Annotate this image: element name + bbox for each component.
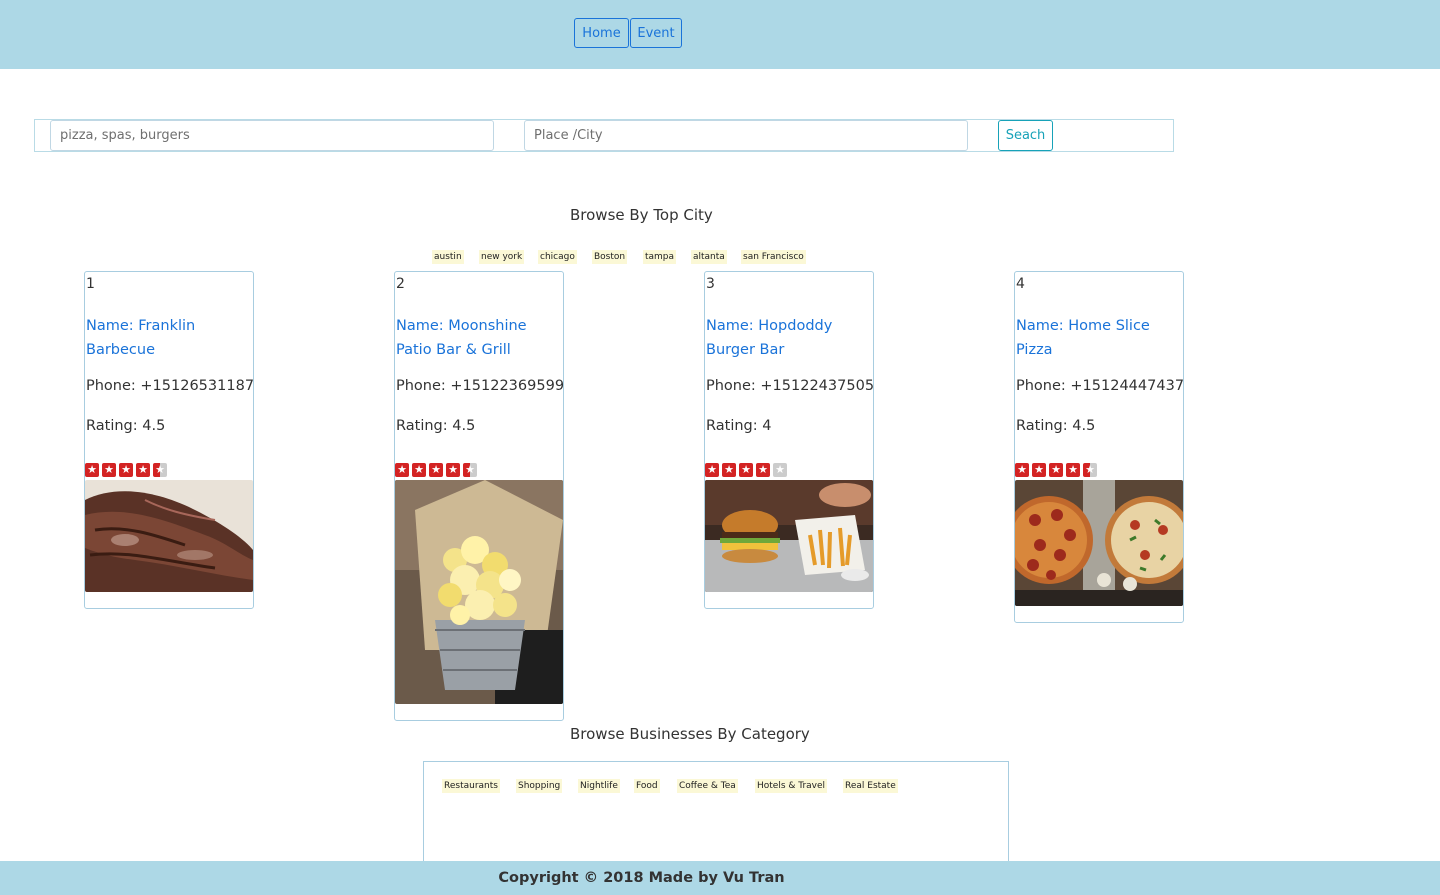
- business-name-link[interactable]: Name: Home Slice Pizza: [1016, 314, 1181, 362]
- category-tag-hotels-travel[interactable]: Hotels & Travel: [755, 779, 828, 793]
- category-tag-food[interactable]: Food: [634, 779, 660, 793]
- brisket-photo: [85, 480, 253, 592]
- star-icon: [722, 463, 736, 477]
- star-icon: [756, 463, 770, 477]
- category-tag-real-estate[interactable]: Real Estate: [843, 779, 898, 793]
- star-icon: [739, 463, 753, 477]
- search-term-input[interactable]: [50, 120, 494, 151]
- star-icon: [446, 463, 460, 477]
- top-city-heading: Browse By Top City: [570, 206, 713, 224]
- business-name-link[interactable]: Name: Moonshine Patio Bar & Grill: [396, 314, 561, 362]
- star-icon: [463, 463, 477, 477]
- star-icon: [412, 463, 426, 477]
- business-number: 3: [706, 276, 715, 292]
- copyright-text: Copyright © 2018 Made by Vu Tran: [498, 870, 785, 886]
- category-tag-nightlife[interactable]: Nightlife: [578, 779, 620, 793]
- business-number: 2: [396, 276, 405, 292]
- burger-photo: [705, 480, 873, 592]
- business-phone: Phone: +15124447437: [1016, 378, 1184, 394]
- business-phone: Phone: +15122437505: [706, 378, 874, 394]
- star-icon: [153, 463, 167, 477]
- star-icon: [102, 463, 116, 477]
- popcorn-photo: [395, 480, 563, 704]
- star-icon: [119, 463, 133, 477]
- business-card: 4 Name: Home Slice Pizza Phone: +1512444…: [1014, 271, 1184, 623]
- star-icon: [1066, 463, 1080, 477]
- city-tag-chicago[interactable]: chicago: [538, 250, 577, 264]
- event-button[interactable]: Event: [630, 18, 682, 48]
- home-button[interactable]: Home: [574, 18, 629, 48]
- business-rating: Rating: 4: [706, 418, 772, 434]
- star-rating: [395, 463, 477, 477]
- business-phone: Phone: +15126531187: [86, 378, 254, 394]
- footer: Copyright © 2018 Made by Vu Tran: [0, 861, 1440, 895]
- business-rating: Rating: 4.5: [86, 418, 166, 434]
- business-phone: Phone: +15122369599: [396, 378, 564, 394]
- business-rating: Rating: 4.5: [1016, 418, 1096, 434]
- city-tag-san-francisco[interactable]: san Francisco: [741, 250, 806, 264]
- top-navbar: Home Event: [0, 0, 1440, 69]
- star-icon: [85, 463, 99, 477]
- star-rating: [1015, 463, 1097, 477]
- search-form: Seach: [34, 119, 1174, 152]
- star-icon: [395, 463, 409, 477]
- pizza-photo: [1015, 480, 1183, 606]
- star-icon: [1015, 463, 1029, 477]
- city-tag-altanta[interactable]: altanta: [691, 250, 727, 264]
- star-icon: [1032, 463, 1046, 477]
- category-tag-shopping[interactable]: Shopping: [516, 779, 563, 793]
- business-rating: Rating: 4.5: [396, 418, 476, 434]
- star-icon: [773, 463, 787, 477]
- category-heading: Browse Businesses By Category: [570, 725, 810, 743]
- star-icon: [1083, 463, 1097, 477]
- city-tag-tampa[interactable]: tampa: [643, 250, 677, 264]
- star-icon: [705, 463, 719, 477]
- category-panel: Restaurants Shopping Nightlife Food Coff…: [423, 761, 1009, 861]
- star-rating: [705, 463, 787, 477]
- star-rating: [85, 463, 167, 477]
- star-icon: [429, 463, 443, 477]
- city-tag-austin[interactable]: austin: [432, 250, 464, 264]
- business-name-link[interactable]: Name: Franklin Barbecue: [86, 314, 251, 362]
- business-number: 4: [1016, 276, 1025, 292]
- category-tag-coffee-tea[interactable]: Coffee & Tea: [677, 779, 738, 793]
- category-tag-restaurants[interactable]: Restaurants: [442, 779, 500, 793]
- star-icon: [1049, 463, 1063, 477]
- city-tag-new-york[interactable]: new york: [479, 250, 525, 264]
- search-button[interactable]: Seach: [998, 120, 1053, 151]
- star-icon: [136, 463, 150, 477]
- business-number: 1: [86, 276, 95, 292]
- business-card: 1 Name: Franklin Barbecue Phone: +151265…: [84, 271, 254, 609]
- business-name-link[interactable]: Name: Hopdoddy Burger Bar: [706, 314, 871, 362]
- city-tag-boston[interactable]: Boston: [592, 250, 628, 264]
- business-card: 3 Name: Hopdoddy Burger Bar Phone: +1512…: [704, 271, 874, 609]
- search-place-input[interactable]: [524, 120, 968, 151]
- business-card: 2 Name: Moonshine Patio Bar & Grill Phon…: [394, 271, 564, 721]
